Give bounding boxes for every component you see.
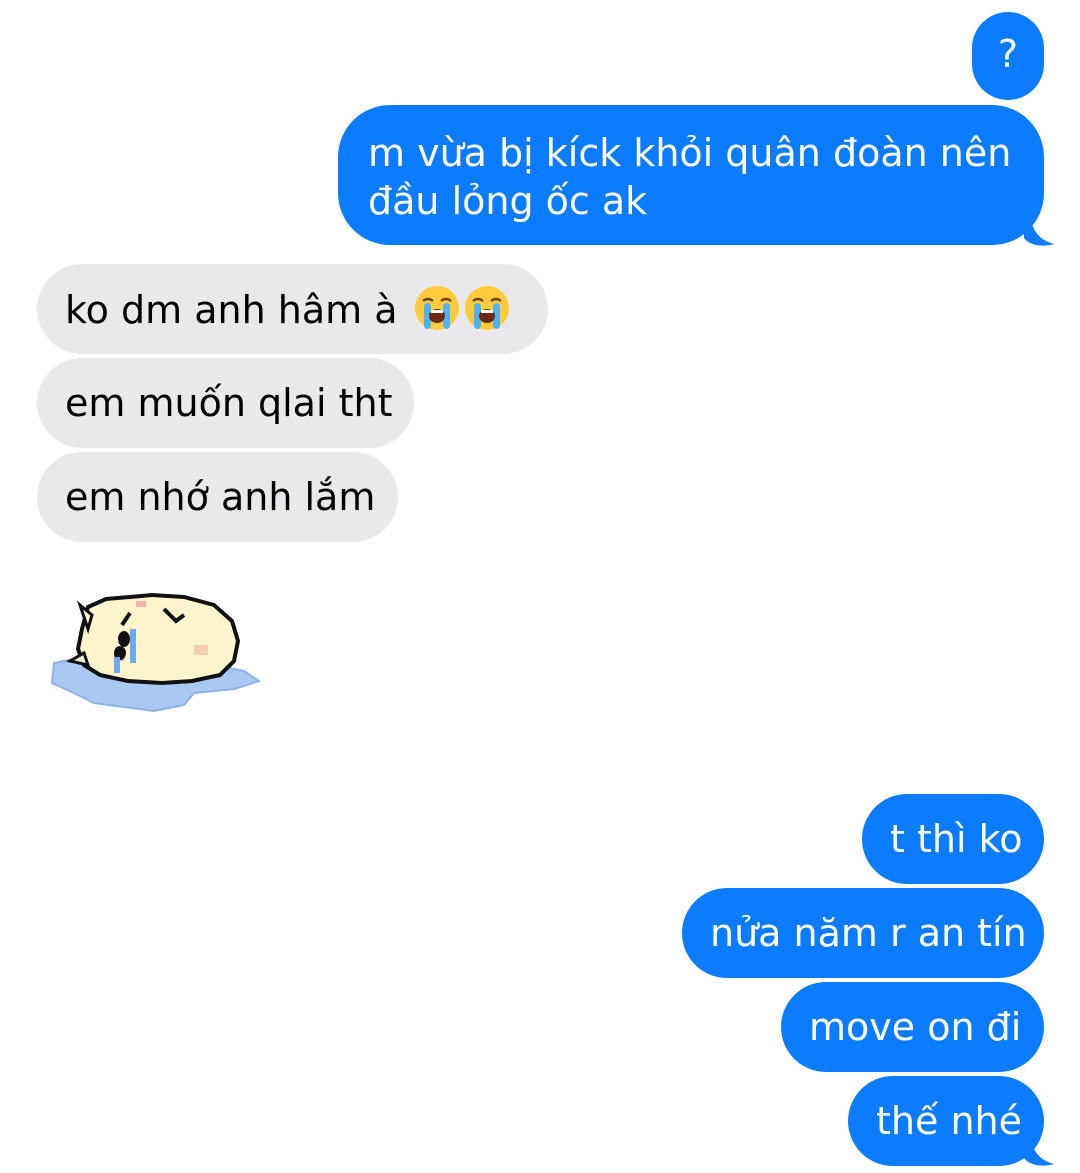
message-text: nửa năm r an tín	[710, 911, 1027, 955]
sent-message-bubble[interactable]: m vừa bị kíck khỏi quân đoàn nên đầu lỏn…	[338, 105, 1044, 245]
message-text: em muốn qlai tht	[65, 381, 393, 425]
message-text: ?	[997, 32, 1019, 76]
message-text: thế nhé	[876, 1099, 1022, 1143]
message-text: ko dm anh hâm à	[65, 288, 398, 332]
message-text: t thì ko	[890, 817, 1023, 861]
sent-message-bubble[interactable]: t thì ko	[862, 794, 1044, 884]
sent-bubble-tail	[1024, 210, 1054, 246]
sent-message-bubble[interactable]: ?	[972, 12, 1044, 100]
message-text: em nhớ anh lắm	[65, 475, 376, 519]
crying-cat-puddle-sticker[interactable]	[44, 585, 264, 725]
received-message-bubble[interactable]: ko dm anh hâm à	[37, 264, 548, 354]
message-text: move on đi	[809, 1005, 1022, 1049]
sent-bubble-tail	[1024, 1130, 1054, 1166]
received-message-bubble[interactable]: em nhớ anh lắm	[37, 452, 398, 542]
message-text: m vừa bị kíck khỏi quân đoàn nên đầu lỏn…	[368, 131, 1012, 223]
sent-message-bubble[interactable]: thế nhé	[848, 1076, 1044, 1166]
loudly-crying-face-icon	[414, 285, 460, 331]
sent-message-bubble[interactable]: nửa năm r an tín	[682, 888, 1044, 978]
loudly-crying-face-icon	[464, 285, 510, 331]
sent-message-bubble[interactable]: move on đi	[781, 982, 1044, 1072]
received-message-bubble[interactable]: em muốn qlai tht	[37, 358, 414, 448]
